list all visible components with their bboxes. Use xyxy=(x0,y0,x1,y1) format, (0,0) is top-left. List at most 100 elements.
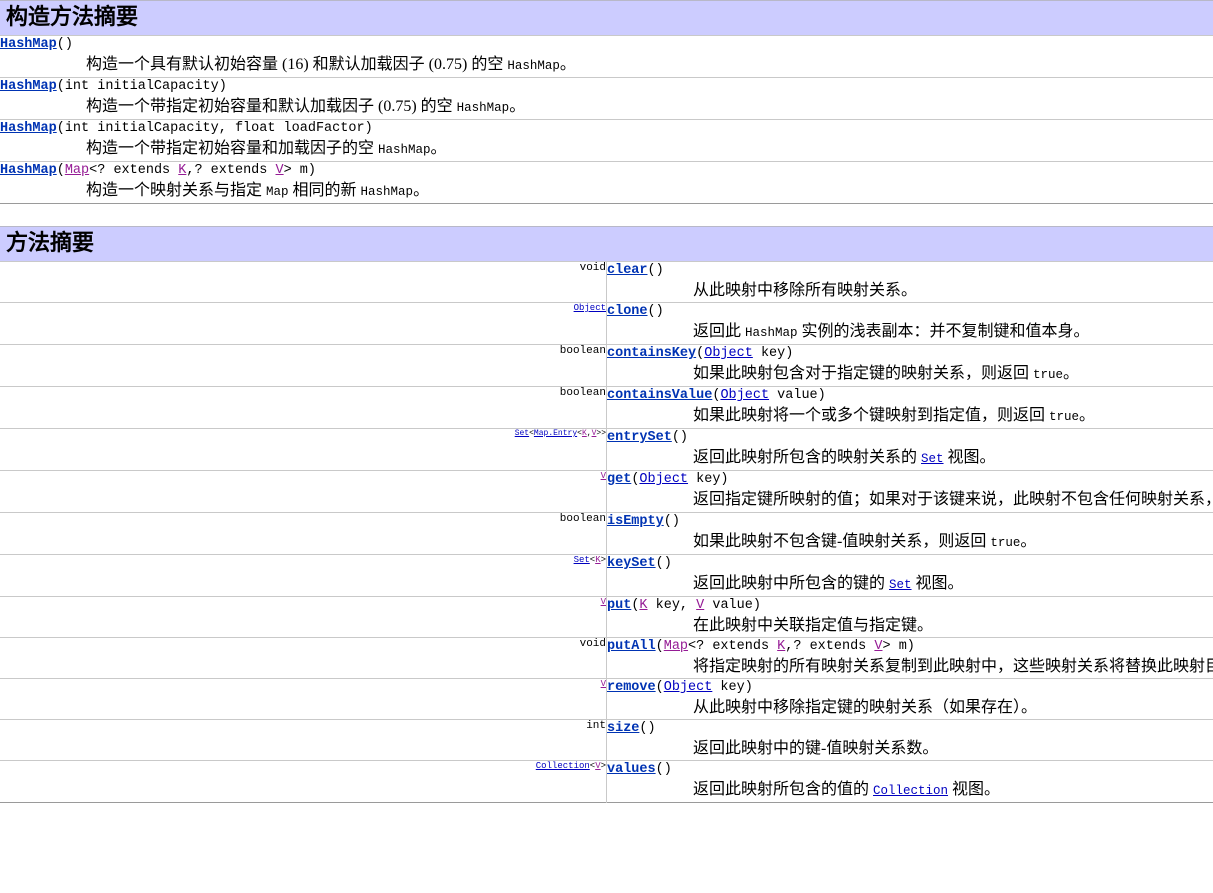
constructor-link[interactable]: HashMap xyxy=(0,79,57,94)
text-run: ( xyxy=(655,680,664,695)
text-run: 视图。 xyxy=(911,575,964,592)
text-run: boolean xyxy=(559,513,606,526)
constructor-summary-table: 构造方法摘要 HashMap() 构造一个具有默认初始容量 (16) 和默认加载因… xyxy=(0,0,1213,204)
type-link[interactable]: Object xyxy=(720,388,769,403)
method-description: 将指定映射的所有映射关系复制到此映射中，这些映射关系将替换此映射目前针对指定映射… xyxy=(607,656,1213,678)
type-link[interactable]: Map.Entry xyxy=(534,430,577,439)
text-run: key) xyxy=(712,680,753,695)
method-return-type: Set<Map.Entry<K,V>> xyxy=(0,428,607,471)
inline-code: true xyxy=(1049,410,1080,424)
text-run: 返回此映射所包含的值的 xyxy=(693,781,874,798)
method-return-type: boolean xyxy=(0,512,607,555)
constructor-link[interactable]: HashMap xyxy=(0,163,57,178)
method-signature: put(K key, V value) xyxy=(607,597,1213,615)
constructor-link[interactable]: HashMap xyxy=(0,121,57,136)
inline-code: HashMap xyxy=(507,59,560,73)
inline-type-link[interactable]: Collection xyxy=(873,784,948,798)
method-signature: values() xyxy=(607,761,1213,779)
text-run: 返回此映射中所包含的键的 xyxy=(693,575,890,592)
method-signature: keySet() xyxy=(607,555,1213,573)
text-run: () xyxy=(671,430,689,445)
constructor-detail-cell: HashMap(int initialCapacity, float loadF… xyxy=(0,119,1213,162)
inline-type-link[interactable]: Set xyxy=(921,452,944,466)
type-param-link[interactable]: V xyxy=(276,163,284,178)
method-detail-cell: containsKey(Object key) 如果此映射包含对于指定键的映射关系… xyxy=(606,344,1213,387)
type-link[interactable]: Set xyxy=(515,430,529,439)
method-link[interactable]: containsValue xyxy=(607,388,712,403)
type-param-link[interactable]: Map xyxy=(65,163,89,178)
method-description: 返回此映射所包含的值的 Collection 视图。 xyxy=(607,779,1213,802)
method-description: 返回此映射中的键-值映射关系数。 xyxy=(607,738,1213,760)
type-param-link[interactable]: V xyxy=(601,598,606,608)
method-description: 如果此映射将一个或多个键映射到指定值，则返回 true。 xyxy=(607,405,1213,428)
method-link[interactable]: clear xyxy=(607,263,648,278)
method-detail-cell: size() 返回此映射中的键-值映射关系数。 xyxy=(606,719,1213,761)
method-link[interactable]: put xyxy=(607,598,631,613)
text-run: 相同的新 xyxy=(288,182,361,199)
inline-code: true xyxy=(990,536,1021,550)
type-param-link[interactable]: V xyxy=(601,680,606,690)
text-run: 构造一个带指定初始容量和默认加载因子 (0.75) 的空 xyxy=(86,98,457,115)
method-detail-cell: get(Object key) 返回指定键所映射的值；如果对于该键来说，此映射不包… xyxy=(606,470,1213,513)
method-row: boolean isEmpty() 如果此映射不包含键-值映射关系，则返回 true… xyxy=(0,512,1213,555)
method-description: 如果此映射包含对于指定键的映射关系，则返回 true。 xyxy=(607,363,1213,386)
text-run: >> xyxy=(596,429,606,439)
method-signature: get(Object key) xyxy=(607,471,1213,489)
method-link[interactable]: containsKey xyxy=(607,346,696,361)
text-run: void xyxy=(579,638,606,651)
method-detail-cell: clone() 返回此 HashMap 实例的浅表副本：并不复制键和值本身。 xyxy=(606,302,1213,345)
type-link[interactable]: Object xyxy=(664,680,713,695)
method-link[interactable]: size xyxy=(607,721,639,736)
text-run: > xyxy=(600,761,606,772)
method-return-type: Set<K> xyxy=(0,554,607,597)
type-param-link[interactable]: Map xyxy=(664,639,688,654)
text-run: boolean xyxy=(559,387,606,400)
method-link[interactable]: keySet xyxy=(607,556,656,571)
method-return-type: void xyxy=(0,261,607,303)
method-description: 返回此映射所包含的映射关系的 Set 视图。 xyxy=(607,447,1213,470)
method-return-type: Object xyxy=(0,302,607,345)
type-link[interactable]: Collection xyxy=(536,762,590,772)
inline-type-link[interactable]: Set xyxy=(889,578,912,592)
text-run: 如果此映射将一个或多个键映射到指定值，则返回 xyxy=(693,407,1050,424)
method-link[interactable]: values xyxy=(607,762,656,777)
type-link[interactable]: Object xyxy=(639,472,688,487)
method-row: void clear() 从此映射中移除所有映射关系。 xyxy=(0,261,1213,303)
method-row: Vremove(Object key) 从此映射中移除指定键的映射关系（如果存在）… xyxy=(0,678,1213,720)
text-run: 实例的浅表副本：并不复制键和值本身。 xyxy=(797,323,1090,340)
type-param-link[interactable]: V xyxy=(601,472,606,482)
method-row: boolean containsValue(Object value) 如果此映射将… xyxy=(0,386,1213,429)
method-link[interactable]: putAll xyxy=(607,639,656,654)
constructor-row: HashMap(int initialCapacity) 构造一个带指定初始容量和… xyxy=(0,77,1213,120)
method-link[interactable]: clone xyxy=(607,304,648,319)
method-detail-cell: entrySet() 返回此映射所包含的映射关系的 Set 视图。 xyxy=(606,428,1213,471)
method-row: Set<Map.Entry<K,V>> entrySet() 返回此映射所包含的映射… xyxy=(0,428,1213,471)
type-link[interactable]: Object xyxy=(574,304,606,314)
text-run: (int initialCapacity, float loadFactor) xyxy=(56,121,373,136)
type-link[interactable]: Set xyxy=(574,556,590,566)
text-run: () xyxy=(639,721,656,736)
method-link[interactable]: isEmpty xyxy=(607,514,664,529)
text-run: () xyxy=(655,556,672,571)
method-link[interactable]: entrySet xyxy=(607,430,672,445)
type-param-link[interactable]: V xyxy=(874,639,882,654)
text-run: 从此映射中移除所有映射关系。 xyxy=(693,282,918,299)
method-signature: remove(Object key) xyxy=(607,679,1213,697)
method-summary-title: 方法摘要 xyxy=(6,230,95,255)
inline-code: Map xyxy=(266,185,289,199)
text-run: key, xyxy=(647,598,697,613)
type-param-link[interactable]: K xyxy=(639,598,647,613)
method-signature: putAll(Map<? extends K,? extends V> m) xyxy=(607,638,1213,656)
method-rows: void clear() 从此映射中移除所有映射关系。 Object clone() 返回… xyxy=(0,261,1213,803)
text-run: 返回此映射所包含的映射关系的 xyxy=(693,449,922,466)
constructor-link[interactable]: HashMap xyxy=(0,37,57,52)
text-run: key) xyxy=(752,346,794,361)
type-link[interactable]: Object xyxy=(704,346,753,361)
method-link[interactable]: get xyxy=(607,472,631,487)
method-link[interactable]: remove xyxy=(607,680,656,695)
text-run: () xyxy=(663,514,680,529)
constructor-summary-title: 构造方法摘要 xyxy=(6,4,139,29)
page-tail xyxy=(0,803,1213,819)
text-run: 从此映射中移除指定键的映射关系（如果存在）。 xyxy=(693,699,1038,716)
method-signature: entrySet() xyxy=(607,429,1213,447)
